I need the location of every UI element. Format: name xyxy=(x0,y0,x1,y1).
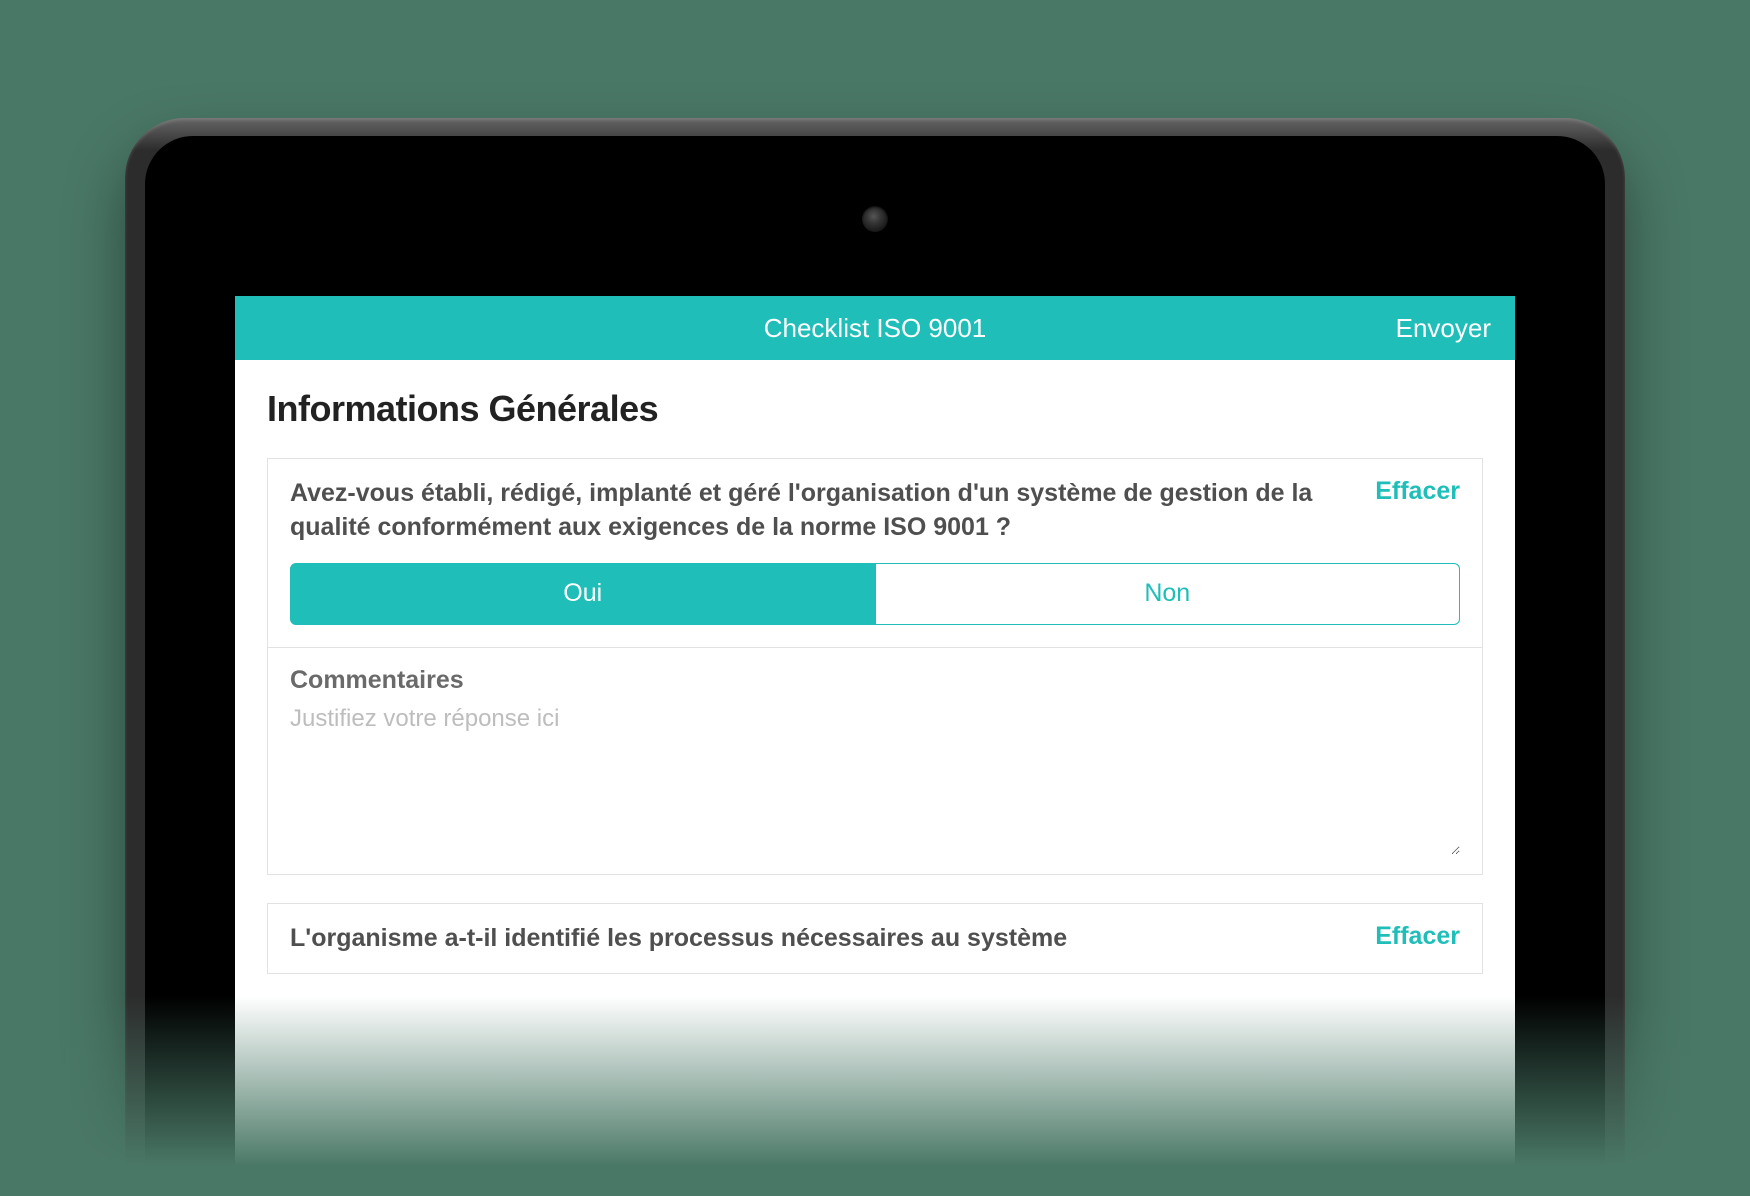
form-content: Informations Générales Avez-vous établi,… xyxy=(235,360,1515,1196)
camera-icon xyxy=(862,206,888,232)
question-text: Avez-vous établi, rédigé, implanté et gé… xyxy=(290,477,1357,545)
yes-no-toggle: Oui Non xyxy=(268,563,1482,647)
clear-button[interactable]: Effacer xyxy=(1375,922,1460,951)
tablet-bezel: Checklist ISO 9001 Envoyer Informations … xyxy=(145,136,1605,1196)
comments-label: Commentaires xyxy=(290,666,1460,695)
option-yes-button[interactable]: Oui xyxy=(290,563,876,625)
question-card: L'organisme a-t-il identifié les process… xyxy=(267,903,1483,975)
tablet-device-frame: Checklist ISO 9001 Envoyer Informations … xyxy=(125,118,1625,1196)
option-no-button[interactable]: Non xyxy=(876,563,1461,625)
app-header: Checklist ISO 9001 Envoyer xyxy=(235,296,1515,360)
question-card: Avez-vous établi, rédigé, implanté et gé… xyxy=(267,458,1483,875)
question-text: L'organisme a-t-il identifié les process… xyxy=(290,922,1357,956)
app-screen: Checklist ISO 9001 Envoyer Informations … xyxy=(235,296,1515,1196)
section-heading: Informations Générales xyxy=(267,388,1483,430)
send-button[interactable]: Envoyer xyxy=(1396,313,1491,344)
comments-block: Commentaires xyxy=(268,647,1482,874)
clear-button[interactable]: Effacer xyxy=(1375,477,1460,506)
page-title: Checklist ISO 9001 xyxy=(764,313,987,344)
comments-input[interactable] xyxy=(290,705,1460,855)
